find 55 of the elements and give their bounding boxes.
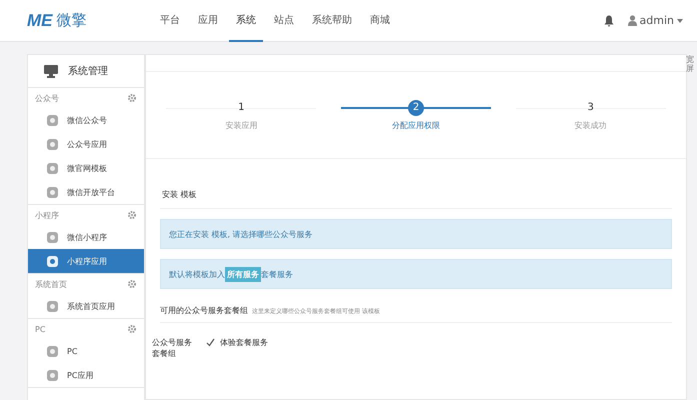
nav-tab[interactable]: 商城 [363, 0, 397, 42]
notice-text: 默认将模板加入 [169, 268, 225, 280]
settings-icon[interactable] [128, 211, 136, 219]
sidebar-item[interactable]: 微信开放平台 [28, 180, 144, 204]
bell-icon[interactable] [604, 14, 614, 26]
info-notice: 您正在安装 模板, 请选择哪些公众号服务 [160, 219, 672, 249]
settings-icon[interactable] [128, 94, 136, 102]
field-label: 公众号服务套餐组 [152, 337, 193, 359]
app-icon [47, 162, 58, 174]
side-tab[interactable]: 宽屏 [686, 56, 694, 74]
settings-icon[interactable] [128, 325, 136, 333]
group-title: 公众号 [35, 92, 59, 104]
notice-text: 套餐服务 [261, 268, 293, 280]
sidebar-item[interactable]: 微信公众号 [28, 108, 144, 132]
app-icon [47, 256, 58, 266]
app-icon [47, 114, 58, 126]
packages-title: 可用的公众号服务套餐组 [160, 305, 248, 316]
caret-icon [677, 18, 683, 22]
sidebar-item[interactable]: PC应用 [28, 363, 144, 387]
sidebar-item[interactable]: 系统首页应用 [28, 294, 144, 318]
settings-icon[interactable] [128, 280, 136, 288]
group-title: PC [35, 324, 46, 334]
sidebar-item[interactable]: 小程序应用 [28, 249, 144, 273]
logo-mark: ME [27, 10, 52, 30]
package-checkbox[interactable]: 体验套餐服务 [206, 337, 268, 348]
step-label: 安装成功 [574, 120, 607, 131]
section-title: 安装 模板 [160, 185, 672, 209]
monitor-icon [44, 64, 58, 78]
step-number: 2 [408, 100, 424, 116]
logo-text: 微擎 [56, 11, 86, 30]
step-number: 1 [237, 101, 246, 115]
sidebar-item[interactable]: 微信小程序 [28, 225, 144, 249]
sidebar-item[interactable]: 微官网模板 [28, 156, 144, 180]
nav-tab[interactable]: 系统 [229, 0, 263, 42]
nav-tab[interactable]: 平台 [153, 0, 187, 42]
step-label: 分配应用权限 [392, 120, 440, 131]
step-number: 3 [586, 101, 595, 115]
sidebar-item[interactable]: 公众号应用 [28, 132, 144, 156]
nav-tab[interactable]: 应用 [191, 0, 225, 42]
app-icon [47, 300, 58, 312]
app-icon [47, 370, 58, 380]
app-icon [47, 138, 58, 150]
nav-tab[interactable]: 系统帮助 [305, 0, 359, 42]
nav-tab[interactable]: 站点 [267, 0, 301, 42]
step-label: 安装应用 [225, 120, 258, 131]
group-title: 系统首页 [35, 278, 67, 290]
sidebar-title: 系统管理 [68, 64, 108, 78]
app-icon [47, 232, 58, 242]
sidebar-item[interactable]: PC [28, 339, 144, 363]
service-badge: 所有服务 [225, 266, 261, 282]
app-icon [47, 346, 58, 356]
user-menu[interactable]: admin [628, 14, 683, 27]
user-icon [628, 15, 637, 26]
group-title: 小程序 [35, 210, 59, 220]
app-icon [47, 186, 58, 198]
